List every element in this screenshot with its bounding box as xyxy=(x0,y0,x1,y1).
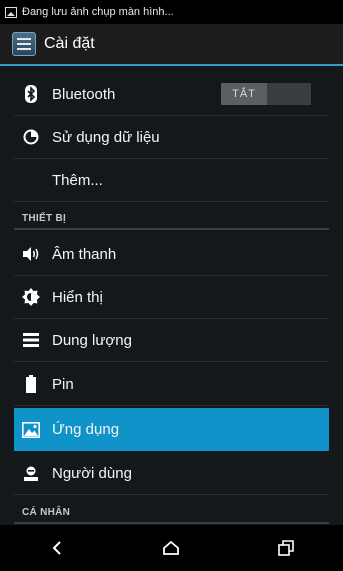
settings-item-storage[interactable]: Dung lượng xyxy=(14,319,329,362)
settings-item-display[interactable]: Hiển thị xyxy=(14,276,329,319)
battery-icon xyxy=(22,375,40,393)
settings-item-apps[interactable]: Ứng dụng xyxy=(14,408,329,451)
section-header-device: THIẾT BỊ xyxy=(14,208,329,230)
settings-item-sound[interactable]: Âm thanh xyxy=(14,233,329,276)
section-header-personal: CÁ NHÂN xyxy=(14,502,329,524)
section-title-device: THIẾT BỊ xyxy=(22,213,67,224)
bluetooth-toggle[interactable]: TẮT xyxy=(221,83,311,105)
sound-label: Âm thanh xyxy=(52,245,117,263)
storage-icon xyxy=(22,331,40,349)
display-label: Hiển thị xyxy=(52,288,103,306)
settings-item-more[interactable]: Thêm... xyxy=(14,159,329,202)
more-label: Thêm... xyxy=(52,171,103,189)
recent-apps-button[interactable] xyxy=(266,533,306,563)
page-title: Cài đặt xyxy=(44,35,95,52)
settings-app-icon[interactable] xyxy=(12,32,36,56)
screenshot-icon xyxy=(5,6,17,18)
bluetooth-icon xyxy=(22,85,40,103)
section-title-personal: CÁ NHÂN xyxy=(22,507,71,518)
action-bar: Cài đặt xyxy=(0,24,343,64)
storage-label: Dung lượng xyxy=(52,331,132,349)
bluetooth-toggle-label: TẮT xyxy=(221,83,267,105)
data-usage-label: Sử dụng dữ liệu xyxy=(52,128,160,146)
settings-item-battery[interactable]: Pin xyxy=(14,363,329,406)
home-icon xyxy=(163,540,180,555)
bluetooth-label: Bluetooth xyxy=(52,85,116,103)
back-button[interactable] xyxy=(37,533,77,563)
settings-item-data-usage[interactable]: Sử dụng dữ liệu xyxy=(14,116,329,159)
data-usage-icon xyxy=(22,128,40,146)
battery-label: Pin xyxy=(52,375,74,393)
settings-item-bluetooth[interactable]: Bluetooth TẮT xyxy=(14,73,329,116)
navigation-bar xyxy=(0,525,343,571)
apps-label: Ứng dụng xyxy=(52,421,120,438)
speaker-icon xyxy=(22,245,40,263)
home-button[interactable] xyxy=(151,533,191,563)
settings-list[interactable]: Bluetooth TẮT Sử dụng dữ liệu Thêm... TH… xyxy=(0,66,343,525)
back-icon xyxy=(52,541,61,555)
status-bar: Đang lưu ảnh chụp màn hình... xyxy=(0,0,343,24)
recent-apps-icon xyxy=(278,540,294,556)
settings-item-users[interactable]: Người dùng xyxy=(14,452,329,495)
notification-text: Đang lưu ảnh chụp màn hình... xyxy=(22,6,174,18)
user-icon xyxy=(22,464,40,482)
apps-icon xyxy=(22,421,40,439)
users-label: Người dùng xyxy=(52,464,132,482)
brightness-icon xyxy=(22,288,40,306)
